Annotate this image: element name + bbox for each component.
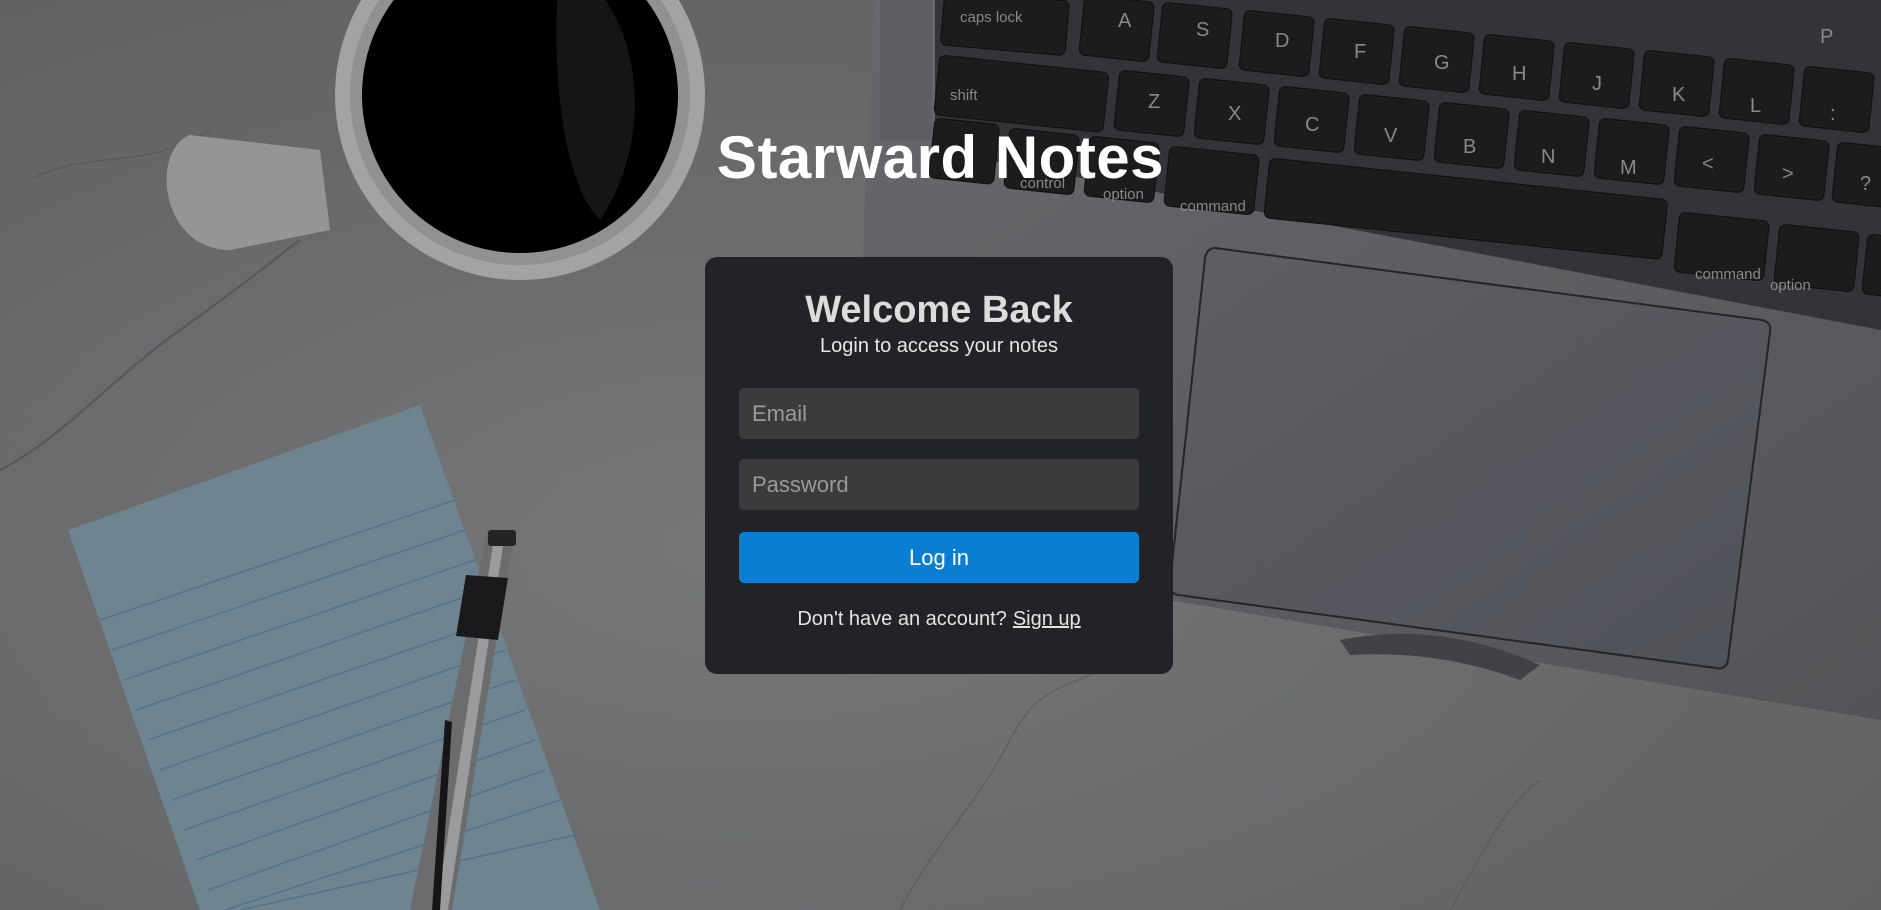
signup-link[interactable]: Sign up bbox=[1013, 608, 1081, 630]
password-input[interactable] bbox=[739, 459, 1139, 510]
app-title: Starward Notes bbox=[716, 124, 1165, 191]
login-button[interactable]: Log in bbox=[739, 532, 1139, 583]
signup-row: Don't have an account? Sign up bbox=[739, 607, 1139, 631]
login-page: caps lock A S D F G H J K L : P shift Z … bbox=[0, 0, 1881, 910]
email-input[interactable] bbox=[739, 388, 1139, 439]
card-subtitle: Login to access your notes bbox=[820, 335, 1058, 357]
login-card: Welcome Back Login to access your notes … bbox=[705, 257, 1173, 674]
card-title: Welcome Back bbox=[805, 289, 1073, 331]
signup-prompt: Don't have an account? bbox=[797, 608, 1007, 630]
